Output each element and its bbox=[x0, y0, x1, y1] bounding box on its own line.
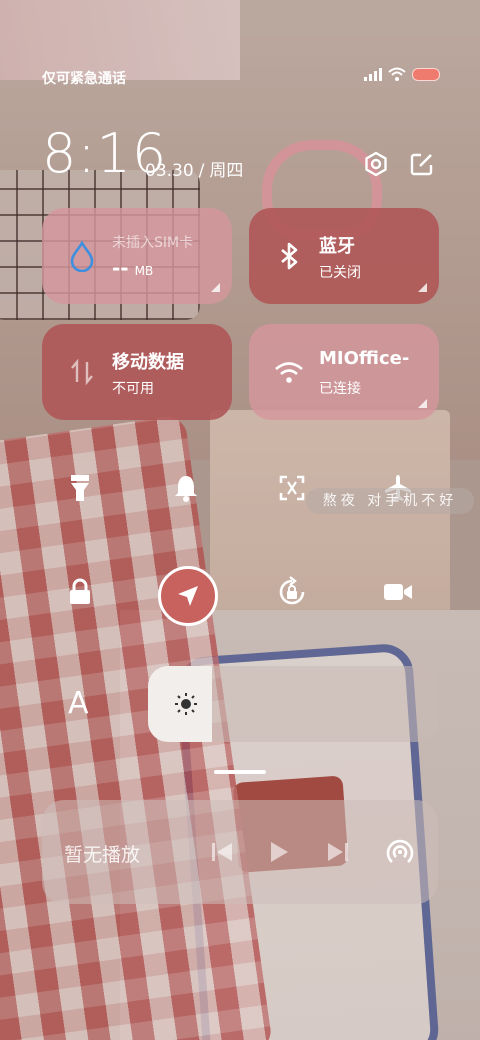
location-arrow-icon bbox=[178, 586, 198, 606]
status-bar: 仅可紧急通话 bbox=[0, 60, 480, 92]
mobile-data-tile[interactable]: 移动数据 不可用 bbox=[42, 324, 232, 420]
rotation-lock-toggle[interactable] bbox=[262, 562, 322, 622]
mobile-data-status: 不可用 bbox=[112, 381, 154, 397]
bell-icon bbox=[175, 476, 197, 502]
bluetooth-status: 已关闭 bbox=[319, 265, 361, 281]
wifi-icon bbox=[275, 362, 303, 383]
lock-toggle[interactable] bbox=[50, 562, 110, 622]
media-player[interactable]: 暂无播放 bbox=[42, 800, 438, 904]
wifi-tile[interactable]: MIOffice- 已连接 bbox=[249, 324, 439, 420]
font-size-toggle[interactable]: A bbox=[68, 686, 89, 721]
edit-icon[interactable] bbox=[408, 150, 436, 178]
wifi-icon bbox=[388, 67, 406, 81]
expand-corner-icon bbox=[418, 399, 427, 408]
wifi-network-name: MIOffice- bbox=[319, 348, 410, 369]
carrier-text: 仅可紧急通话 bbox=[42, 71, 126, 87]
lock-icon bbox=[70, 578, 90, 604]
expand-corner-icon bbox=[418, 283, 427, 292]
brightness-slider[interactable] bbox=[148, 666, 438, 742]
bluetooth-title: 蓝牙 bbox=[319, 236, 355, 257]
settings-icon[interactable] bbox=[362, 150, 390, 178]
data-usage-value: -- bbox=[112, 256, 129, 280]
next-icon[interactable] bbox=[324, 838, 352, 866]
water-drop-icon bbox=[70, 240, 94, 272]
wifi-status: 已连接 bbox=[319, 381, 361, 397]
battery-icon bbox=[412, 67, 440, 81]
sim-data-tile[interactable]: 未插入SIM卡 -- MB bbox=[42, 208, 232, 304]
flashlight-icon bbox=[71, 475, 89, 501]
screenshot-icon bbox=[279, 475, 305, 501]
date-value: 03.30 bbox=[145, 161, 194, 181]
data-usage: -- MB bbox=[112, 256, 153, 280]
video-camera-icon bbox=[384, 584, 412, 600]
drag-handle[interactable] bbox=[214, 770, 266, 774]
flashlight-toggle[interactable] bbox=[50, 458, 110, 518]
previous-icon[interactable] bbox=[208, 838, 236, 866]
date-separator: / bbox=[198, 161, 205, 181]
bluetooth-icon bbox=[281, 242, 298, 270]
expand-corner-icon bbox=[211, 283, 220, 292]
play-icon[interactable] bbox=[264, 838, 292, 866]
location-toggle[interactable] bbox=[158, 566, 218, 626]
weekday: 周四 bbox=[209, 161, 244, 181]
date-text: 03.30/周四 bbox=[145, 156, 243, 181]
mobile-data-title: 移动数据 bbox=[112, 352, 184, 373]
sim-title: 未插入SIM卡 bbox=[112, 235, 194, 251]
data-arrows-icon bbox=[71, 358, 93, 386]
now-playing-text: 暂无播放 bbox=[64, 844, 141, 866]
screen-record-toggle[interactable] bbox=[368, 562, 428, 622]
bluetooth-tile[interactable]: 蓝牙 已关闭 bbox=[249, 208, 439, 304]
data-usage-unit: MB bbox=[134, 264, 154, 278]
ringer-toggle[interactable] bbox=[156, 458, 216, 518]
cast-icon[interactable] bbox=[384, 836, 416, 868]
rotation-lock-icon bbox=[279, 576, 305, 605]
signal-icon bbox=[364, 67, 382, 81]
sun-icon bbox=[175, 693, 197, 715]
floating-reminder-text: 熬夜 对手机不好 bbox=[306, 488, 474, 514]
